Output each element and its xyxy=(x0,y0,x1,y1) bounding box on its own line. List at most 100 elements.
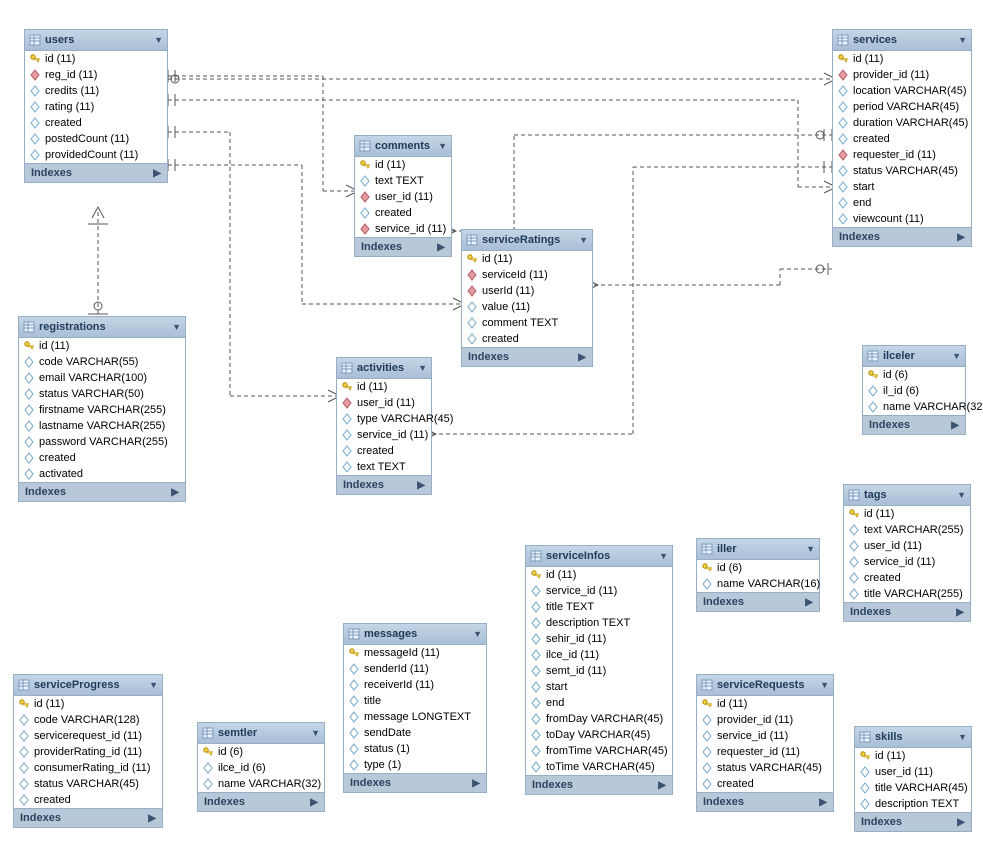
column-row[interactable]: created xyxy=(14,792,162,808)
column-row[interactable]: provider_id (11) xyxy=(833,67,971,83)
column-row[interactable]: sendDate xyxy=(344,725,486,741)
column-row[interactable]: created xyxy=(697,776,833,792)
collapse-icon[interactable]: ▼ xyxy=(659,551,668,561)
column-row[interactable]: user_id (11) xyxy=(844,538,970,554)
collapse-icon[interactable]: ▼ xyxy=(958,35,967,45)
column-row[interactable]: toDay VARCHAR(45) xyxy=(526,727,672,743)
table-header[interactable]: serviceRequests▼ xyxy=(697,675,833,696)
collapse-icon[interactable]: ▼ xyxy=(149,680,158,690)
collapse-icon[interactable]: ▼ xyxy=(957,490,966,500)
column-row[interactable]: lastname VARCHAR(255) xyxy=(19,418,185,434)
table-comments[interactable]: comments▼id (11)text TEXTuser_id (11)cre… xyxy=(354,135,452,257)
collapse-icon[interactable]: ▼ xyxy=(806,544,815,554)
collapse-icon[interactable]: ▼ xyxy=(952,351,961,361)
column-row[interactable]: id (11) xyxy=(337,379,431,395)
table-header[interactable]: services▼ xyxy=(833,30,971,51)
column-row[interactable]: status VARCHAR(45) xyxy=(833,163,971,179)
column-row[interactable]: name VARCHAR(16) xyxy=(697,576,819,592)
column-row[interactable]: type (1) xyxy=(344,757,486,773)
expand-icon[interactable]: ▶ xyxy=(472,778,480,789)
table-header[interactable]: skills▼ xyxy=(855,727,971,748)
column-row[interactable]: email VARCHAR(100) xyxy=(19,370,185,386)
table-header[interactable]: iller▼ xyxy=(697,539,819,560)
column-row[interactable]: created xyxy=(25,115,167,131)
column-row[interactable]: servicerequest_id (11) xyxy=(14,728,162,744)
column-row[interactable]: text TEXT xyxy=(355,173,451,189)
table-header[interactable]: serviceInfos▼ xyxy=(526,546,672,567)
column-row[interactable]: requester_id (11) xyxy=(833,147,971,163)
column-row[interactable]: created xyxy=(337,443,431,459)
column-row[interactable]: password VARCHAR(255) xyxy=(19,434,185,450)
expand-icon[interactable]: ▶ xyxy=(956,607,964,618)
table-header[interactable]: registrations▼ xyxy=(19,317,185,338)
column-row[interactable]: il_id (6) xyxy=(863,383,965,399)
column-row[interactable]: type VARCHAR(45) xyxy=(337,411,431,427)
indexes-row[interactable]: Indexes▶ xyxy=(697,592,819,611)
column-row[interactable]: name VARCHAR(32) xyxy=(198,776,324,792)
indexes-row[interactable]: Indexes▶ xyxy=(198,792,324,811)
expand-icon[interactable]: ▶ xyxy=(578,352,586,363)
column-row[interactable]: activated xyxy=(19,466,185,482)
collapse-icon[interactable]: ▼ xyxy=(579,235,588,245)
column-row[interactable]: created xyxy=(19,450,185,466)
column-row[interactable]: viewcount (11) xyxy=(833,211,971,227)
column-row[interactable]: provider_id (11) xyxy=(697,712,833,728)
indexes-row[interactable]: Indexes▶ xyxy=(19,482,185,501)
column-row[interactable]: user_id (11) xyxy=(337,395,431,411)
column-row[interactable]: id (11) xyxy=(855,748,971,764)
column-row[interactable]: firstname VARCHAR(255) xyxy=(19,402,185,418)
column-row[interactable]: id (11) xyxy=(844,506,970,522)
table-header[interactable]: tags▼ xyxy=(844,485,970,506)
expand-icon[interactable]: ▶ xyxy=(153,168,161,179)
column-row[interactable]: status VARCHAR(45) xyxy=(14,776,162,792)
expand-icon[interactable]: ▶ xyxy=(957,232,965,243)
column-row[interactable]: id (11) xyxy=(462,251,592,267)
table-header[interactable]: activities▼ xyxy=(337,358,431,379)
column-row[interactable]: reg_id (11) xyxy=(25,67,167,83)
table-activities[interactable]: activities▼id (11)user_id (11)type VARCH… xyxy=(336,357,432,495)
column-row[interactable]: created xyxy=(355,205,451,221)
column-row[interactable]: title TEXT xyxy=(526,599,672,615)
column-row[interactable]: period VARCHAR(45) xyxy=(833,99,971,115)
table-serviceProgress[interactable]: serviceProgress▼id (11)code VARCHAR(128)… xyxy=(13,674,163,828)
table-header[interactable]: ilceler▼ xyxy=(863,346,965,367)
table-header[interactable]: serviceRatings▼ xyxy=(462,230,592,251)
column-row[interactable]: service_id (11) xyxy=(844,554,970,570)
table-header[interactable]: comments▼ xyxy=(355,136,451,157)
collapse-icon[interactable]: ▼ xyxy=(418,363,427,373)
table-services[interactable]: services▼id (11)provider_id (11)location… xyxy=(832,29,972,247)
column-row[interactable]: receiverId (11) xyxy=(344,677,486,693)
indexes-row[interactable]: Indexes▶ xyxy=(833,227,971,246)
column-row[interactable]: created xyxy=(844,570,970,586)
collapse-icon[interactable]: ▼ xyxy=(311,728,320,738)
column-row[interactable]: fromDay VARCHAR(45) xyxy=(526,711,672,727)
column-row[interactable]: ilce_id (11) xyxy=(526,647,672,663)
table-header[interactable]: messages▼ xyxy=(344,624,486,645)
column-row[interactable]: id (6) xyxy=(863,367,965,383)
column-row[interactable]: end xyxy=(833,195,971,211)
collapse-icon[interactable]: ▼ xyxy=(154,35,163,45)
column-row[interactable]: providedCount (11) xyxy=(25,147,167,163)
table-serviceRatings[interactable]: serviceRatings▼id (11)serviceId (11)user… xyxy=(461,229,593,367)
collapse-icon[interactable]: ▼ xyxy=(958,732,967,742)
column-row[interactable]: sehir_id (11) xyxy=(526,631,672,647)
column-row[interactable]: end xyxy=(526,695,672,711)
column-row[interactable]: description TEXT xyxy=(855,796,971,812)
column-row[interactable]: status VARCHAR(45) xyxy=(697,760,833,776)
indexes-row[interactable]: Indexes▶ xyxy=(355,237,451,256)
column-row[interactable]: id (11) xyxy=(526,567,672,583)
table-tags[interactable]: tags▼id (11)text VARCHAR(255)user_id (11… xyxy=(843,484,971,622)
expand-icon[interactable]: ▶ xyxy=(951,420,959,431)
table-serviceRequests[interactable]: serviceRequests▼id (11)provider_id (11)s… xyxy=(696,674,834,812)
table-serviceInfos[interactable]: serviceInfos▼id (11)service_id (11)title… xyxy=(525,545,673,795)
table-iller[interactable]: iller▼id (6)name VARCHAR(16)Indexes▶ xyxy=(696,538,820,612)
indexes-row[interactable]: Indexes▶ xyxy=(697,792,833,811)
indexes-row[interactable]: Indexes▶ xyxy=(855,812,971,831)
column-row[interactable]: id (11) xyxy=(355,157,451,173)
column-row[interactable]: created xyxy=(833,131,971,147)
expand-icon[interactable]: ▶ xyxy=(658,780,666,791)
column-row[interactable]: start xyxy=(526,679,672,695)
column-row[interactable]: consumerRating_id (11) xyxy=(14,760,162,776)
collapse-icon[interactable]: ▼ xyxy=(438,141,447,151)
column-row[interactable]: toTime VARCHAR(45) xyxy=(526,759,672,775)
